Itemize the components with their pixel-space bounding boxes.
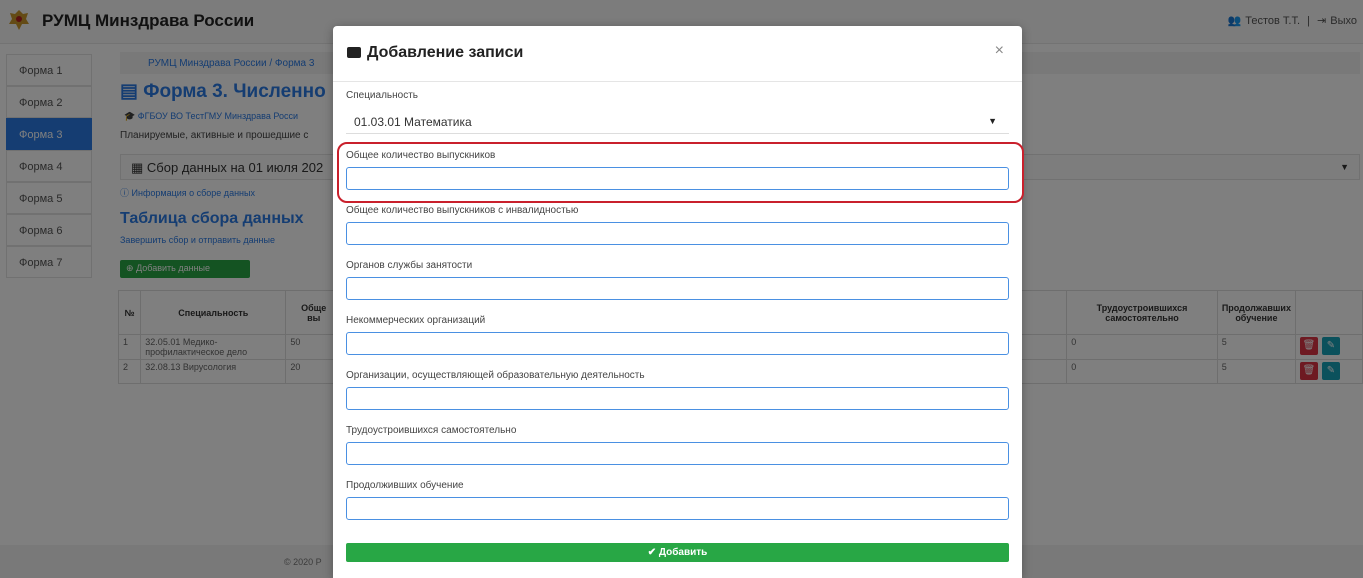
- field-label-self-employed: Трудоустроившихся самостоятельно: [346, 425, 517, 436]
- nonprofit-input[interactable]: [346, 332, 1009, 355]
- check-icon: ✔: [647, 547, 657, 558]
- employment-service-input[interactable]: [346, 277, 1009, 300]
- field-label-graduates-disability: Общее количество выпускников с инвалидно…: [346, 205, 579, 216]
- close-icon[interactable]: ×: [995, 42, 1004, 60]
- specialty-label: Специальность: [346, 90, 418, 101]
- chevron-down-icon: ▼: [988, 116, 997, 126]
- add-record-modal: Добавление записи × Специальность 01.03.…: [333, 26, 1024, 578]
- self-employed-input[interactable]: [346, 442, 1009, 465]
- graduates-disability-input[interactable]: [346, 222, 1009, 245]
- continued-study-input[interactable]: [346, 497, 1009, 520]
- total-graduates-input[interactable]: [346, 167, 1009, 190]
- field-label-nonprofit: Некоммерческих организаций: [346, 315, 486, 326]
- add-record-icon: [347, 47, 361, 58]
- modal-title: Добавление записи: [347, 44, 523, 62]
- field-label-educational-org: Организации, осуществляющей образователь…: [346, 370, 645, 381]
- field-label-continued-study: Продолживших обучение: [346, 480, 464, 491]
- specialty-select[interactable]: 01.03.01 Математика ▼: [346, 106, 1009, 134]
- field-label-total-graduates: Общее количество выпускников: [346, 150, 496, 161]
- educational-org-input[interactable]: [346, 387, 1009, 410]
- modal-header: Добавление записи ×: [333, 26, 1022, 82]
- field-label-employment-service: Органов службы занятости: [346, 260, 473, 271]
- add-button[interactable]: ✔ Добавить: [346, 543, 1009, 562]
